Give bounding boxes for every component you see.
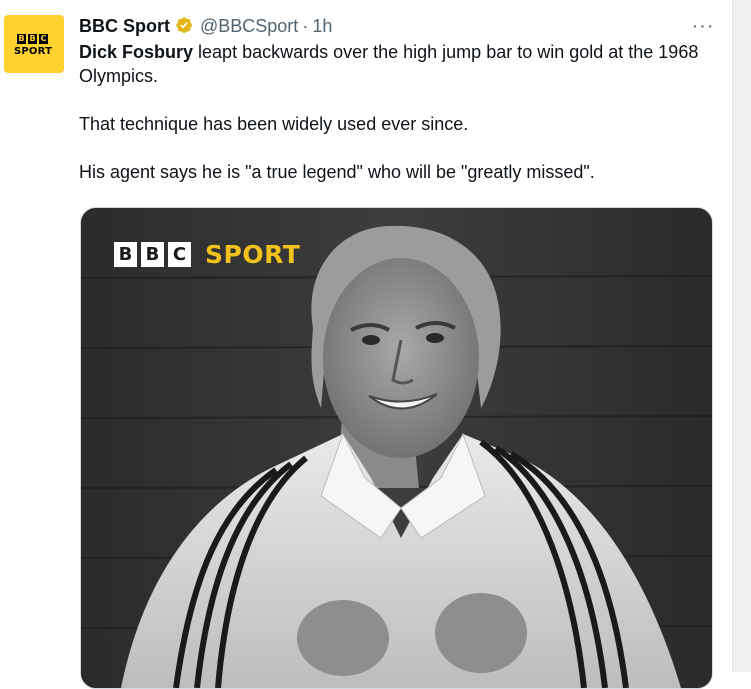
tweet-timestamp[interactable]: 1h (312, 16, 332, 37)
tweet-header: BBC Sport @BBCSport · 1h (79, 13, 332, 39)
portrait-photo (81, 208, 712, 688)
avatar-bbc-blocks: B B C (17, 34, 48, 44)
tweet[interactable]: B B C SPORT BBC Sport @BBCSport · 1h ···… (0, 0, 733, 689)
separator-dot: · (302, 15, 309, 36)
avatar-block-c: C (39, 34, 48, 44)
avatar-block-b1: B (17, 34, 26, 44)
author-name[interactable]: BBC Sport (79, 16, 170, 37)
tweet-media-image[interactable]: B B C SPORT (80, 207, 713, 689)
page-scrollbar[interactable] (732, 0, 751, 672)
logo-block-b1: B (114, 242, 137, 267)
logo-block-c: C (168, 242, 191, 267)
tweet-paragraph-2: That technique has been widely used ever… (79, 114, 469, 134)
tweet-paragraph-1: Dick Fosbury leapt backwards over the hi… (79, 40, 709, 88)
avatar[interactable]: B B C SPORT (4, 15, 64, 73)
avatar-sport-text: SPORT (14, 46, 53, 57)
avatar-block-b2: B (28, 34, 37, 44)
verified-badge-icon[interactable] (175, 16, 195, 36)
logo-sport-text: SPORT (205, 240, 301, 269)
more-options-icon[interactable]: ··· (688, 11, 718, 41)
mention-name: Dick Fosbury (79, 42, 194, 62)
tweet-paragraph-3: His agent says he is "a true legend" who… (79, 162, 595, 182)
tweet-text: Dick Fosbury leapt backwards over the hi… (79, 40, 709, 184)
logo-block-b2: B (141, 242, 164, 267)
bbc-sport-logo: B B C SPORT (114, 240, 300, 269)
author-handle[interactable]: @BBCSport (200, 16, 298, 37)
